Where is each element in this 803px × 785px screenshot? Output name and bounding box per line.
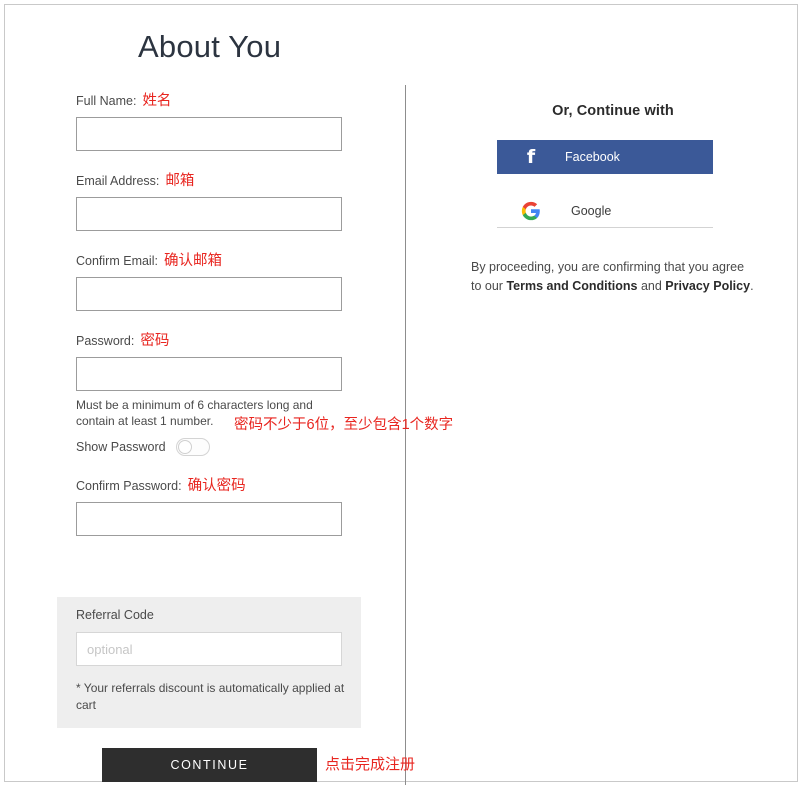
annotation-continue-zh: 点击完成注册: [325, 756, 416, 773]
page-frame: About You Full Name: 姓名 Email Address: 邮箱 …: [4, 4, 798, 785]
label-confirm-password: Confirm Password: 确认密码: [76, 478, 376, 494]
continue-button[interactable]: CONTINUE: [102, 748, 317, 782]
confirm-password-input[interactable]: [76, 502, 342, 536]
full-name-input[interactable]: [76, 117, 342, 151]
facebook-signin-button[interactable]: f Facebook: [497, 140, 713, 174]
label-confirm-email: Confirm Email: 确认邮箱: [76, 253, 376, 269]
annotation-email-address-zh: 邮箱: [165, 173, 195, 189]
privacy-policy-link[interactable]: Privacy Policy: [665, 279, 750, 293]
label-password-text: Password:: [76, 334, 135, 348]
label-full-name: Full Name: 姓名: [76, 93, 376, 109]
referral-note: * Your referrals discount is automatical…: [76, 681, 345, 712]
facebook-label: Facebook: [565, 150, 620, 164]
registration-form: Full Name: 姓名 Email Address: 邮箱 Confirm Em…: [76, 93, 453, 558]
field-password: Password: 密码: [76, 333, 376, 391]
label-email-address-text: Email Address:: [76, 174, 160, 188]
show-password-row: Show Password: [76, 438, 376, 456]
field-email-address: Email Address: 邮箱: [76, 173, 376, 231]
toggle-knob: [177, 440, 192, 454]
confirm-email-input[interactable]: [76, 277, 342, 311]
referral-code-label: Referral Code: [76, 608, 154, 622]
label-confirm-email-text: Confirm Email:: [76, 254, 158, 268]
label-password: Password: 密码: [76, 333, 376, 349]
terms-suffix: .: [750, 279, 754, 293]
show-password-label: Show Password: [76, 440, 166, 454]
column-divider: [405, 85, 406, 785]
password-hint-block: Must be a minimum of 6 characters long a…: [76, 397, 453, 433]
terms-and-conditions-link[interactable]: Terms and Conditions: [506, 279, 637, 293]
field-confirm-password: Confirm Password: 确认密码: [76, 478, 376, 536]
social-signin-column: Or, Continue with f Facebook Google By p…: [460, 103, 760, 293]
show-password-toggle[interactable]: [175, 438, 210, 456]
referral-code-panel: Referral Code * Your referrals discount …: [57, 597, 361, 728]
annotation-password-hint-zh: 密码不少于6位，至少包含1个数字: [234, 417, 454, 433]
annotation-password-zh: 密码: [140, 333, 170, 349]
field-confirm-email: Confirm Email: 确认邮箱: [76, 253, 376, 311]
page-title: About You: [138, 29, 282, 64]
referral-code-input[interactable]: [76, 632, 342, 666]
social-heading: Or, Continue with: [552, 103, 674, 119]
facebook-icon: f: [526, 145, 536, 168]
terms-middle: and: [637, 279, 666, 293]
label-confirm-password-text: Confirm Password:: [76, 479, 182, 493]
google-signin-button[interactable]: Google: [497, 194, 713, 228]
email-address-input[interactable]: [76, 197, 342, 231]
google-g-icon: [497, 201, 565, 221]
annotation-full-name-zh: 姓名: [142, 93, 172, 109]
google-label: Google: [571, 203, 612, 218]
annotation-confirm-password-zh: 确认密码: [187, 478, 246, 494]
terms-text: By proceeding, you are confirming that y…: [471, 258, 756, 296]
password-input[interactable]: [76, 357, 342, 391]
label-email-address: Email Address: 邮箱: [76, 173, 376, 189]
annotation-confirm-email-zh: 确认邮箱: [163, 253, 222, 269]
label-full-name-text: Full Name:: [76, 94, 137, 108]
field-full-name: Full Name: 姓名: [76, 93, 376, 151]
